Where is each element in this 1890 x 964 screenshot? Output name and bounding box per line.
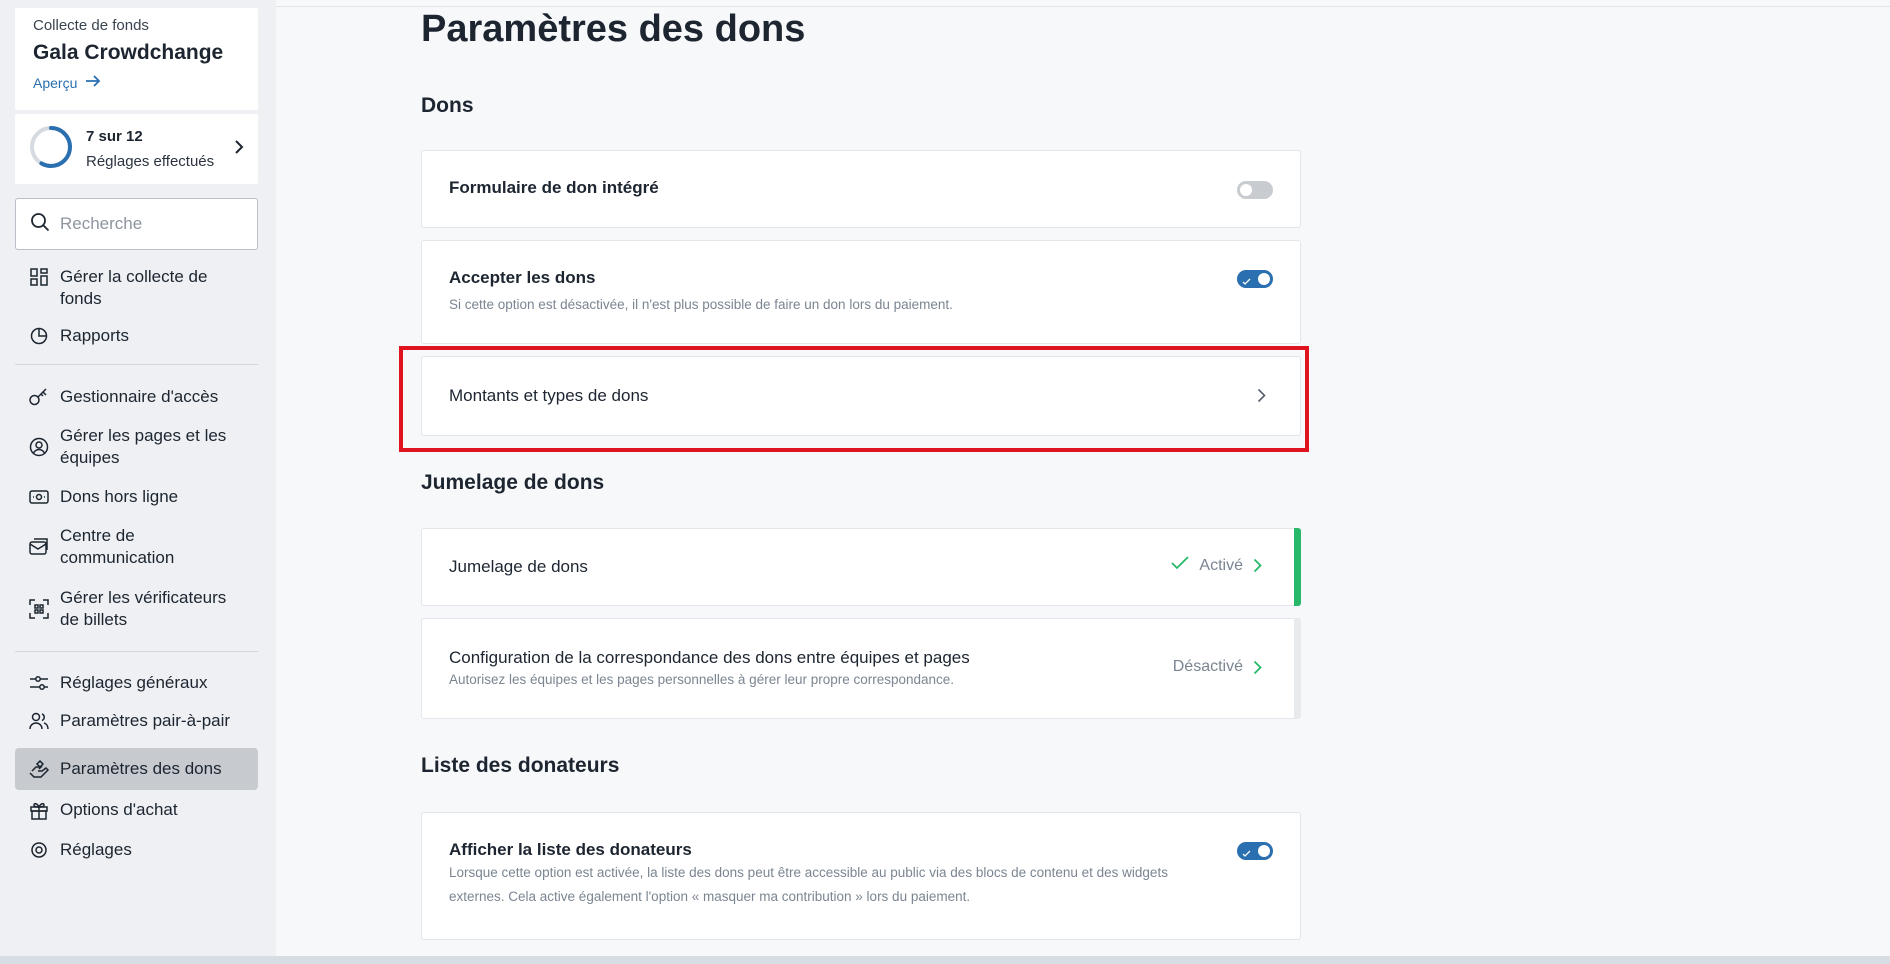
mail-icon <box>29 536 49 558</box>
sidebar-item-label: Gérer les vérificateurs de billets <box>60 588 227 629</box>
sidebar-item-label: Rapports <box>60 326 129 345</box>
section-title-matching: Jumelage de dons <box>421 471 605 494</box>
card-matching[interactable]: Jumelage de dons Activé <box>421 528 1301 606</box>
sidebar-item-purchase-options[interactable]: Options d'achat <box>15 790 258 829</box>
bottom-scrollbar[interactable] <box>0 956 1890 964</box>
sidebar-item-manage-fundraiser[interactable]: Gérer la collecte de fonds <box>15 258 258 318</box>
search-icon <box>30 212 50 237</box>
dashboard-icon <box>29 266 49 288</box>
chevron-right-icon <box>1257 388 1266 408</box>
sidebar-nav: Gérer la collecte de fonds Rapports Gest… <box>15 258 258 869</box>
key-icon <box>29 386 49 408</box>
sidebar-item-reports[interactable]: Rapports <box>15 318 258 364</box>
sidebar-item-offline-donations[interactable]: Dons hors ligne <box>15 478 258 516</box>
matching-config-status: Désactivé <box>1173 658 1262 676</box>
settings-icon <box>29 839 49 861</box>
sidebar-item-label: Paramètres des dons <box>60 759 222 778</box>
sidebar-item-access-manager[interactable]: Gestionnaire d'accès <box>15 365 258 416</box>
card-description: Lorsque cette option est activée, la lis… <box>449 865 1168 904</box>
card-title: Accepter les dons <box>449 268 596 287</box>
card-description: Si cette option est désactivée, il n'est… <box>449 297 953 312</box>
card-accept-donations: Accepter les dons Si cette option est dé… <box>421 240 1301 344</box>
section-title-dons: Dons <box>421 94 474 117</box>
cash-icon <box>29 486 49 508</box>
sidebar-item-label: Centre de communication <box>60 526 175 567</box>
sidebar-item-label: Gérer la collecte de fonds <box>60 267 208 308</box>
sidebar-item-communication-center[interactable]: Centre de communication <box>15 516 258 578</box>
progress-label: Réglages effectués <box>86 153 215 170</box>
fund-eyebrow: Collecte de fonds <box>33 17 149 34</box>
pie-chart-icon <box>29 325 49 347</box>
matching-status: Activé <box>1171 556 1262 575</box>
sidebar-item-general-settings[interactable]: Réglages généraux <box>15 652 258 702</box>
card-title: Jumelage de dons <box>449 557 588 576</box>
sidebar-item-label: Paramètres pair-à-pair <box>60 711 231 730</box>
setup-progress-card[interactable]: 7 sur 12 Réglages effectués <box>15 114 258 184</box>
sidebar-item-peer-to-peer[interactable]: Paramètres pair-à-pair <box>15 702 258 748</box>
status-text: Activé <box>1199 556 1243 574</box>
sidebar-item-pages-teams[interactable]: Gérer les pages et les équipes <box>15 416 258 478</box>
fund-card: Collecte de fonds Gala Crowdchange Aperç… <box>15 8 258 110</box>
card-integrated-form: Formulaire de don intégré <box>421 150 1301 228</box>
search-input[interactable] <box>60 214 240 234</box>
sliders-icon <box>29 672 49 694</box>
donor-list-toggle[interactable] <box>1237 842 1273 860</box>
card-title: Configuration de la correspondance des d… <box>449 648 970 667</box>
sidebar: Collecte de fonds Gala Crowdchange Aperç… <box>0 0 276 964</box>
progress-ring-icon <box>29 125 73 174</box>
sidebar-item-label: Gestionnaire d'accès <box>60 387 219 406</box>
user-circle-icon <box>29 436 49 458</box>
fund-title: Gala Crowdchange <box>33 41 224 64</box>
card-amounts-types[interactable]: Montants et types de dons <box>421 356 1301 436</box>
card-description: Autorisez les équipes et les pages perso… <box>449 672 955 687</box>
check-icon <box>1171 556 1190 575</box>
integrated-form-toggle[interactable] <box>1237 181 1273 199</box>
search-box <box>15 198 258 250</box>
card-title: Afficher la liste des donateurs <box>449 840 692 859</box>
qr-scan-icon <box>29 598 49 620</box>
donation-hand-icon <box>29 758 49 780</box>
top-divider <box>276 6 1890 7</box>
sidebar-item-settings[interactable]: Réglages <box>15 829 258 869</box>
progress-count: 7 sur 12 <box>86 128 143 145</box>
sidebar-item-label: Dons hors ligne <box>60 487 179 506</box>
sidebar-item-label: Gérer les pages et les équipes <box>60 426 227 467</box>
chevron-right-icon <box>1253 558 1262 573</box>
main-content: Paramètres des dons Dons Formulaire de d… <box>276 0 1890 964</box>
progress-text: 7 sur 12 Réglages effectués <box>86 128 234 170</box>
chevron-right-icon <box>234 139 244 160</box>
check-icon <box>1242 273 1251 291</box>
card-matching-config[interactable]: Configuration de la correspondance des d… <box>421 618 1301 719</box>
sidebar-item-ticket-checkers[interactable]: Gérer les vérificateurs de billets <box>15 578 258 651</box>
check-icon <box>1242 845 1251 863</box>
sidebar-item-label: Options d'achat <box>60 800 178 819</box>
card-title: Montants et types de dons <box>449 386 649 405</box>
sidebar-item-label: Réglages généraux <box>60 673 208 692</box>
card-title: Formulaire de don intégré <box>449 178 659 197</box>
arrow-right-icon <box>85 74 101 91</box>
preview-link-label: Aperçu <box>33 74 78 91</box>
preview-link[interactable]: Aperçu <box>33 74 240 91</box>
section-title-donor-list: Liste des donateurs <box>421 754 620 777</box>
card-donor-list: Afficher la liste des donateurs Lorsque … <box>421 812 1301 940</box>
sidebar-item-donation-settings[interactable]: Paramètres des dons <box>15 748 258 790</box>
users-icon <box>29 710 49 732</box>
accept-donations-toggle[interactable] <box>1237 270 1273 288</box>
page-title: Paramètres des dons <box>421 8 806 50</box>
status-accent-bar <box>1294 528 1301 606</box>
chevron-right-icon <box>1253 660 1262 675</box>
sidebar-item-label: Réglages <box>60 840 132 859</box>
gift-icon <box>29 799 49 821</box>
status-text: Désactivé <box>1172 658 1243 675</box>
status-accent-bar <box>1294 618 1301 719</box>
